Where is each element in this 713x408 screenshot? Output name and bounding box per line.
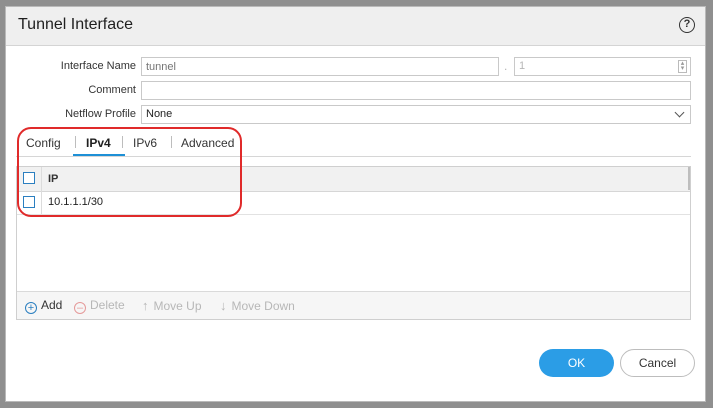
ok-button[interactable]: OK xyxy=(539,349,614,377)
arrow-up-icon: ↑ xyxy=(142,298,149,313)
table-toolbar: + Add – Delete ↑ Move Up ↓ Move Down xyxy=(17,291,690,319)
netflow-profile-value: None xyxy=(146,108,173,120)
chevron-down-icon xyxy=(674,107,685,118)
add-button[interactable]: + Add xyxy=(25,298,62,314)
tab-advanced[interactable]: Advanced xyxy=(181,136,234,150)
netflow-profile-select[interactable]: None xyxy=(141,105,691,124)
stepper-icon[interactable]: ▴ ▾ xyxy=(678,60,687,73)
interface-number-value: 1 xyxy=(519,60,526,72)
tunnel-interface-dialog: Tunnel Interface ? Interface Name . 1 ▴▾… xyxy=(5,6,706,402)
tab-ipv6[interactable]: IPv6 xyxy=(133,136,157,150)
tab-divider xyxy=(122,136,123,148)
delete-label: Delete xyxy=(90,298,125,312)
minus-circle-icon: – xyxy=(74,302,86,314)
ip-address-table: IP 10.1.1.1/30 + Add – Delete ↑ Move Up ↓ Mo… xyxy=(16,166,691,320)
interface-name-input[interactable] xyxy=(141,57,499,76)
move-up-label: Move Up xyxy=(153,299,202,313)
table-header: IP xyxy=(17,167,690,192)
comment-label: Comment xyxy=(88,84,136,96)
delete-button[interactable]: – Delete xyxy=(74,298,125,314)
tab-divider xyxy=(75,136,76,148)
plus-circle-icon: + xyxy=(25,302,37,314)
tab-divider-line xyxy=(16,156,691,157)
row-checkbox[interactable] xyxy=(23,196,35,208)
tab-divider xyxy=(171,136,172,148)
ip-column-header: IP xyxy=(48,173,59,185)
tab-config[interactable]: Config xyxy=(26,136,61,150)
interface-number-stepper[interactable]: 1 ▴ ▾ xyxy=(514,57,691,76)
dialog-titlebar: Tunnel Interface ? xyxy=(6,7,705,46)
table-row[interactable]: 10.1.1.1/30 xyxy=(17,191,690,215)
dialog-title: Tunnel Interface xyxy=(18,16,134,33)
move-up-button[interactable]: ↑ Move Up xyxy=(142,298,202,313)
arrow-down-icon: ↓ xyxy=(220,298,227,313)
ip-cell: 10.1.1.1/30 xyxy=(48,196,104,208)
netflow-profile-label: Netflow Profile xyxy=(65,108,136,120)
cancel-button[interactable]: Cancel xyxy=(620,349,695,377)
move-down-button[interactable]: ↓ Move Down xyxy=(220,298,295,313)
interface-name-label: Interface Name xyxy=(60,60,136,72)
column-resize-handle[interactable] xyxy=(688,167,690,190)
interface-name-separator: . xyxy=(504,59,508,73)
comment-input[interactable] xyxy=(141,81,691,100)
add-label: Add xyxy=(41,298,63,312)
move-down-label: Move Down xyxy=(231,299,295,313)
select-all-checkbox[interactable] xyxy=(23,172,35,184)
tab-ipv4[interactable]: IPv4 xyxy=(86,136,111,150)
help-icon[interactable]: ? xyxy=(679,17,695,33)
